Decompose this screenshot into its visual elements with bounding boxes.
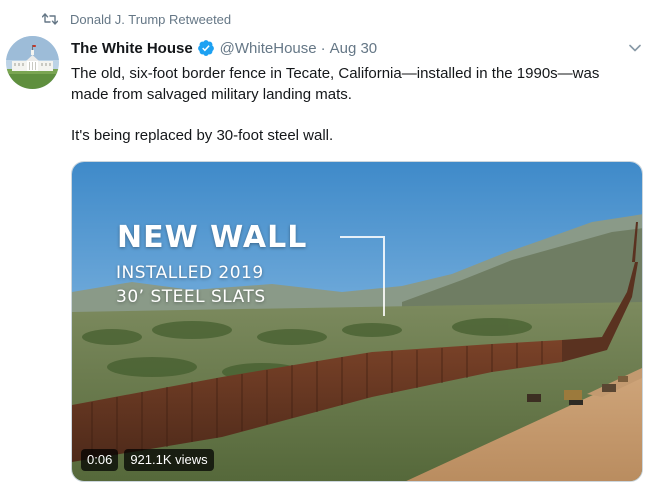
white-house-avatar[interactable]: [6, 36, 59, 89]
verified-badge-icon: [197, 39, 215, 57]
retweeted-by-label[interactable]: Donald J. Trump Retweeted: [70, 12, 231, 27]
video-player[interactable]: NEW WALL INSTALLED 2019 30’ STEEL SLATS …: [71, 161, 643, 482]
retweet-icon: [42, 13, 58, 25]
tweet-timestamp[interactable]: Aug 30: [330, 40, 378, 57]
retweet-context: Donald J. Trump Retweeted: [42, 10, 231, 28]
video-stats: 0:06 921.1K views: [81, 449, 214, 471]
video-duration: 0:06: [81, 449, 119, 471]
separator-dot: ·: [320, 39, 326, 57]
overlay-subtitle-spec: 30’ STEEL SLATS: [116, 287, 266, 307]
overlay-subtitle-year: INSTALLED 2019: [116, 263, 264, 283]
author-handle[interactable]: @WhiteHouse: [220, 40, 317, 57]
overlay-title: NEW WALL: [117, 220, 308, 255]
video-view-count: 921.1K views: [124, 449, 214, 471]
tweet-header: The White House @WhiteHouse · Aug 30: [71, 37, 643, 59]
author-name[interactable]: The White House: [71, 40, 193, 57]
overlay-bracket-line: [340, 236, 385, 316]
chevron-down-icon[interactable]: [627, 40, 643, 56]
tweet-card[interactable]: Donald J. Trump Retweeted The White Hous…: [0, 0, 653, 497]
video-frame-image: [72, 162, 642, 481]
tweet-text: The old, six-foot border fence in Tecate…: [71, 63, 641, 146]
tweet-paragraph: It's being replaced by 30-foot steel wal…: [71, 127, 334, 144]
tweet-paragraph: The old, six-foot border fence in Tecate…: [71, 65, 600, 103]
